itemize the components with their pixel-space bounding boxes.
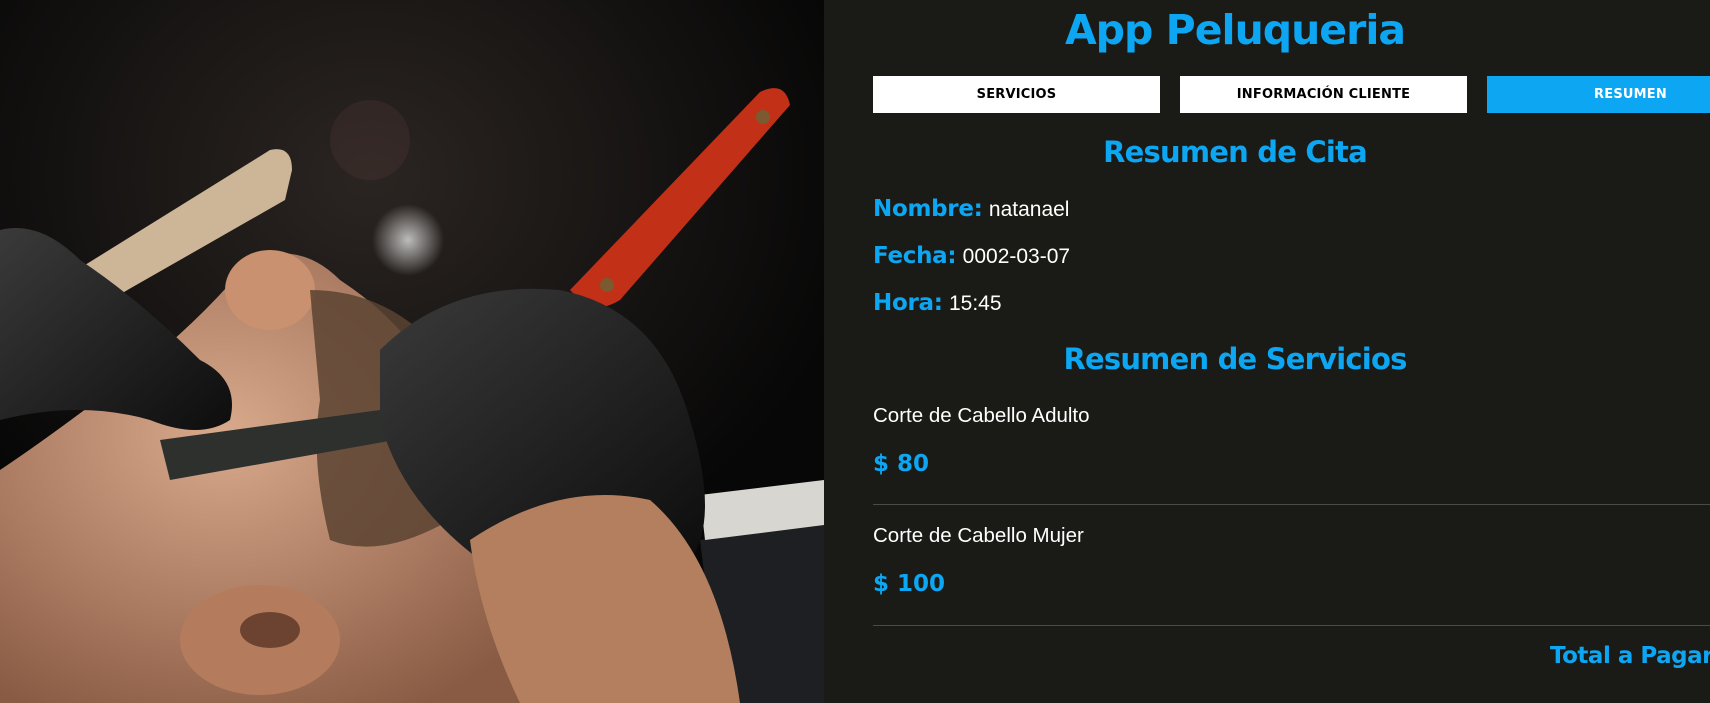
service-divider: [873, 504, 1710, 505]
hora-value: 15:45: [948, 292, 1002, 315]
service-name: Corte de Cabello Mujer: [873, 524, 1084, 547]
app-page: App Peluqueria SERVICIOS INFORMACIÓN CLI…: [0, 0, 1710, 703]
nombre-label: Nombre:: [873, 196, 983, 222]
service-price: $ 80: [873, 451, 930, 477]
fecha-field: Fecha: 0002-03-07: [873, 243, 1070, 269]
service-price: $ 100: [873, 571, 946, 597]
tab-servicios[interactable]: SERVICIOS: [873, 76, 1160, 113]
hero-image: [0, 0, 824, 703]
fecha-value: 0002-03-07: [962, 245, 1071, 268]
service-divider: [873, 625, 1710, 626]
tab-resumen[interactable]: RESUMEN: [1487, 76, 1710, 113]
hora-label: Hora:: [873, 290, 943, 316]
total-label: Total a Pagar: [1550, 643, 1710, 669]
tab-informacion-cliente[interactable]: INFORMACIÓN CLIENTE: [1180, 76, 1467, 113]
app-title: App Peluqueria: [1064, 6, 1406, 54]
servicios-summary-heading: Resumen de Servicios: [1063, 342, 1407, 376]
hora-field: Hora: 15:45: [873, 290, 1002, 316]
nombre-field: Nombre: natanael: [873, 196, 1069, 222]
service-name: Corte de Cabello Adulto: [873, 404, 1090, 427]
barber-photo-illustration: [0, 0, 824, 703]
summary-panel: App Peluqueria SERVICIOS INFORMACIÓN CLI…: [824, 0, 1710, 703]
fecha-label: Fecha:: [873, 243, 957, 269]
tabs-nav: SERVICIOS INFORMACIÓN CLIENTE RESUMEN: [873, 76, 1710, 113]
cita-summary-heading: Resumen de Cita: [1103, 135, 1368, 169]
nombre-value: natanael: [988, 198, 1070, 221]
